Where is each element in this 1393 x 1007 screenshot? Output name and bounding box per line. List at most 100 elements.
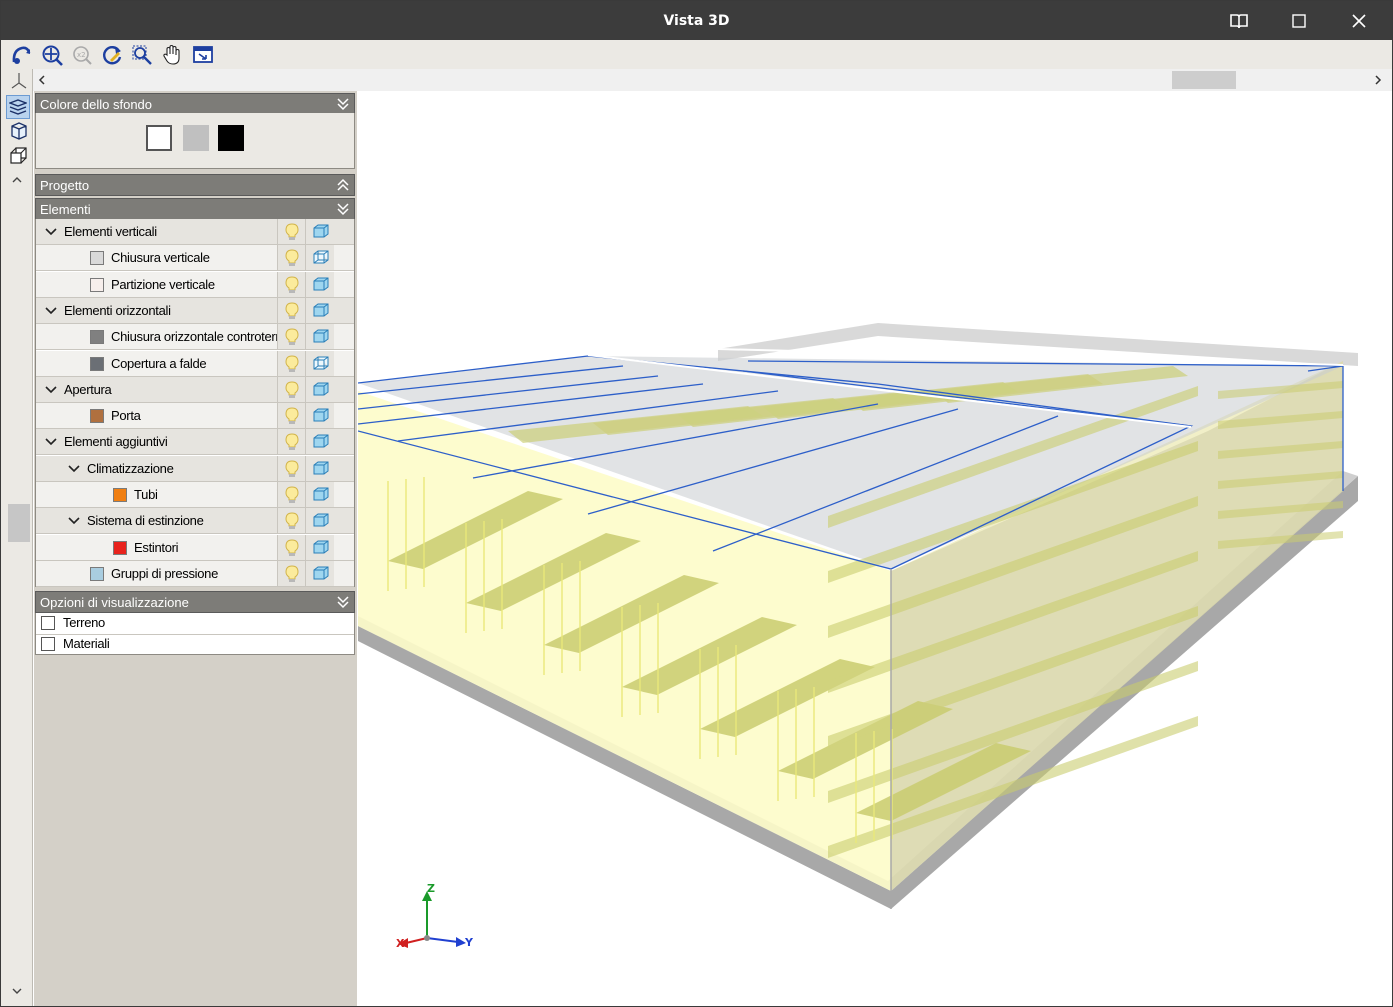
- chevron-down-icon[interactable]: [44, 225, 58, 239]
- option-materials[interactable]: Materiali: [36, 634, 354, 655]
- layers-tab[interactable]: [6, 95, 30, 119]
- visibility-toggle[interactable]: [277, 455, 306, 481]
- axes-icon[interactable]: [9, 71, 29, 91]
- close-button[interactable]: [1329, 1, 1389, 40]
- visibility-toggle[interactable]: [277, 482, 306, 507]
- render-mode-toggle[interactable]: [305, 508, 334, 534]
- visibility-toggle[interactable]: [277, 245, 306, 271]
- render-mode-toggle[interactable]: [305, 376, 334, 402]
- section-view-icon[interactable]: [9, 146, 29, 166]
- terrain-checkbox[interactable]: [41, 616, 55, 630]
- tree-row[interactable]: Climatizzazione: [36, 455, 354, 482]
- visibility-toggle[interactable]: [277, 324, 306, 350]
- tree-row[interactable]: Elementi verticali: [36, 219, 354, 245]
- elements-header[interactable]: Elementi: [35, 198, 355, 220]
- building-3d-model[interactable]: Z X Y: [358, 91, 1392, 1006]
- solid-view-icon[interactable]: [9, 121, 29, 141]
- color-swatch[interactable]: [90, 330, 104, 345]
- visibility-toggle[interactable]: [277, 429, 306, 455]
- color-swatch[interactable]: [113, 540, 127, 555]
- chevron-down-icon[interactable]: [44, 304, 58, 318]
- refresh-view-icon[interactable]: [101, 44, 123, 66]
- display-options-header[interactable]: Opzioni di visualizzazione: [35, 591, 355, 613]
- tree-row[interactable]: Copertura a falde: [36, 350, 354, 377]
- collapse-chevron-icon[interactable]: [336, 95, 350, 113]
- tree-row[interactable]: Porta: [36, 403, 354, 430]
- render-mode-toggle[interactable]: [305, 429, 334, 455]
- background-swatch-gray[interactable]: [183, 125, 209, 151]
- render-mode-toggle[interactable]: [305, 534, 334, 560]
- horizontal-scrollbar[interactable]: [33, 69, 1392, 91]
- scroll-right-icon[interactable]: [1373, 74, 1383, 86]
- rotate-view-icon[interactable]: [10, 44, 32, 66]
- color-swatch[interactable]: [90, 251, 104, 266]
- background-swatch-black[interactable]: [218, 125, 244, 151]
- option-terrain[interactable]: Terreno: [36, 613, 354, 635]
- materials-checkbox[interactable]: [41, 637, 55, 651]
- solid-cube-icon: [313, 513, 329, 527]
- render-mode-toggle[interactable]: [305, 455, 334, 481]
- color-swatch[interactable]: [90, 356, 104, 371]
- 3d-viewport[interactable]: Z X Y: [358, 91, 1392, 1006]
- scroll-down-icon[interactable]: [11, 986, 23, 996]
- visibility-toggle[interactable]: [277, 271, 306, 297]
- tree-row[interactable]: Elementi orizzontali: [36, 297, 354, 324]
- render-mode-toggle[interactable]: [305, 482, 334, 507]
- background-swatch-white[interactable]: [146, 125, 172, 151]
- visibility-toggle[interactable]: [277, 403, 306, 429]
- tree-row-label: Chiusura orizzontale controterra: [111, 329, 287, 345]
- visibility-toggle[interactable]: [277, 376, 306, 402]
- chevron-down-icon[interactable]: [67, 462, 81, 476]
- collapse-chevron-icon[interactable]: [336, 593, 350, 611]
- reading-view-button[interactable]: [1209, 1, 1269, 40]
- tree-row[interactable]: Apertura: [36, 376, 354, 403]
- vertical-scrollbar-thumb[interactable]: [8, 504, 30, 542]
- visibility-toggle[interactable]: [277, 219, 306, 244]
- fit-view-icon[interactable]: [192, 44, 214, 66]
- render-mode-toggle[interactable]: [305, 219, 334, 244]
- layers-icon: [9, 99, 27, 115]
- solid-cube-icon: [313, 566, 329, 580]
- color-swatch[interactable]: [90, 409, 104, 424]
- color-swatch[interactable]: [113, 488, 127, 502]
- zoom-window-icon[interactable]: [131, 44, 153, 66]
- tree-row[interactable]: Elementi aggiuntivi: [36, 429, 354, 456]
- tree-row[interactable]: Chiusura verticale: [36, 245, 354, 272]
- chevron-down-icon[interactable]: [67, 514, 81, 528]
- tree-row[interactable]: Chiusura orizzontale controterra: [36, 324, 354, 351]
- collapse-chevron-icon[interactable]: [336, 200, 350, 218]
- chevron-down-icon[interactable]: [44, 435, 58, 449]
- axis-z-label: Z: [427, 882, 435, 895]
- render-mode-toggle[interactable]: [305, 245, 334, 271]
- visibility-toggle[interactable]: [277, 350, 306, 376]
- render-mode-toggle[interactable]: [305, 271, 334, 297]
- tree-row[interactable]: Gruppi di pressione: [36, 560, 354, 587]
- visibility-toggle[interactable]: [277, 560, 306, 586]
- tree-row[interactable]: Tubi: [36, 482, 354, 508]
- lightbulb-icon: [285, 328, 299, 346]
- background-color-header[interactable]: Colore dello sfondo: [35, 93, 355, 115]
- scroll-up-icon[interactable]: [11, 175, 23, 185]
- pan-hand-icon[interactable]: [161, 44, 183, 66]
- project-header[interactable]: Progetto: [35, 174, 355, 196]
- render-mode-toggle[interactable]: [305, 297, 334, 323]
- chevron-down-icon[interactable]: [44, 383, 58, 397]
- scroll-left-icon[interactable]: [37, 74, 47, 86]
- visibility-toggle[interactable]: [277, 508, 306, 534]
- visibility-toggle[interactable]: [277, 534, 306, 560]
- visibility-toggle[interactable]: [277, 297, 306, 323]
- render-mode-toggle[interactable]: [305, 403, 334, 429]
- render-mode-toggle[interactable]: [305, 560, 334, 586]
- tree-row[interactable]: Partizione verticale: [36, 271, 354, 298]
- render-mode-toggle[interactable]: [305, 324, 334, 350]
- color-swatch[interactable]: [90, 277, 104, 292]
- maximize-button[interactable]: [1269, 1, 1329, 40]
- tree-row[interactable]: Sistema di estinzione: [36, 508, 354, 535]
- tree-row[interactable]: Estintori: [36, 534, 354, 561]
- horizontal-scrollbar-thumb[interactable]: [1172, 71, 1236, 89]
- render-mode-toggle[interactable]: [305, 350, 334, 376]
- expand-chevron-icon[interactable]: [336, 176, 350, 194]
- display-options-list: Terreno Materiali: [35, 613, 355, 655]
- zoom-all-icon[interactable]: [41, 44, 63, 66]
- color-swatch[interactable]: [90, 566, 104, 581]
